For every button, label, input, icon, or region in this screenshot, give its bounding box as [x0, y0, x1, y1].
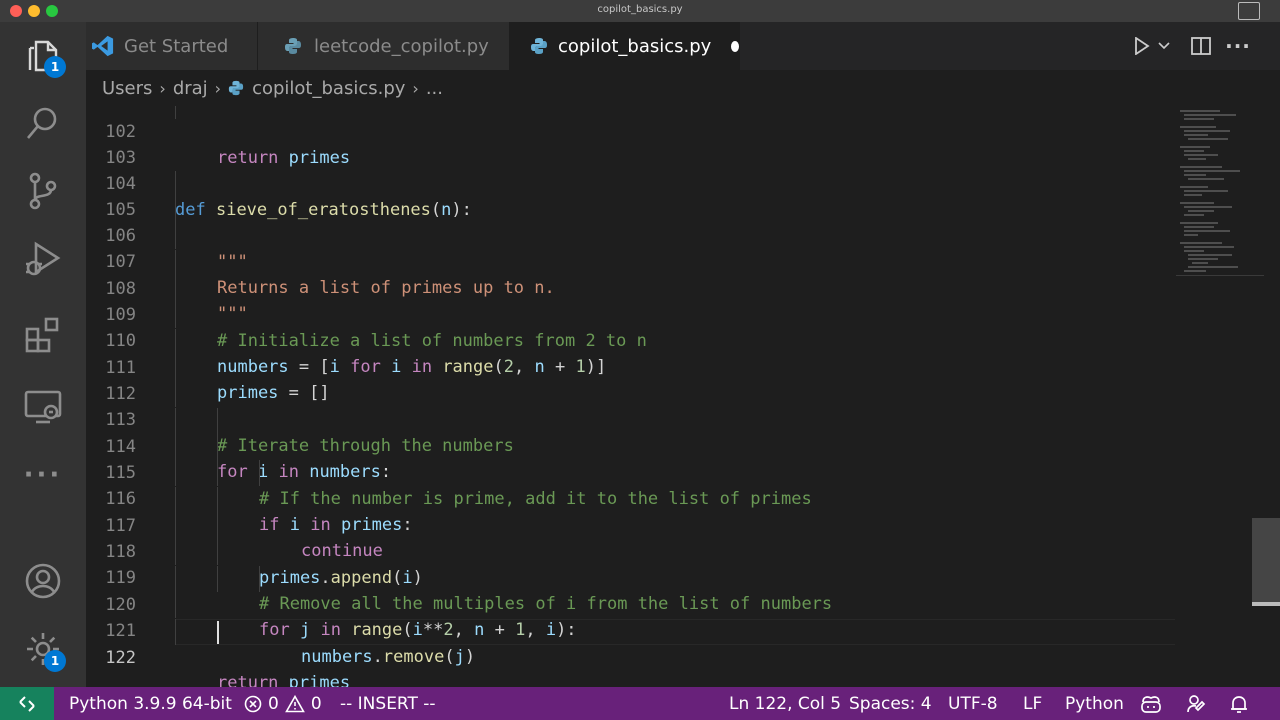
- code-line: 104 def sieve_of_eratosthenes(n):: [105, 174, 472, 220]
- manage-badge: 1: [44, 650, 66, 672]
- run-debug-button[interactable]: [18, 234, 68, 284]
- unsaved-dot-icon[interactable]: [731, 40, 739, 52]
- error-count: 0: [268, 693, 279, 714]
- breadcrumb: Users › draj › copilot_basics.py › ...: [86, 70, 1280, 106]
- window-titlebar: copilot_basics.py: [0, 0, 1280, 22]
- python-icon: [228, 80, 244, 96]
- code-line: 103: [105, 148, 136, 168]
- editor-tab-bar: Get Started leetcode_copilot.py copilot_…: [86, 22, 1280, 70]
- more-actions-icon: ···: [1225, 34, 1251, 58]
- chevron-down-icon: [1158, 42, 1170, 50]
- bell-icon: [1231, 695, 1247, 713]
- manage-button[interactable]: 1: [18, 624, 68, 674]
- ellipsis-icon: ···: [23, 460, 63, 490]
- code-line: 106 Returns a list of primes up to n.: [86, 197, 1186, 298]
- code-line: 107 """: [86, 223, 1186, 324]
- code-line: 113 for i in numbers:: [86, 381, 1186, 482]
- cursor-overview-marker: [1252, 602, 1280, 606]
- end-of-line[interactable]: LF: [1023, 687, 1042, 720]
- code-line: 120 numbers.remove(j): [86, 566, 1186, 667]
- encoding[interactable]: UTF-8: [948, 687, 998, 720]
- layout-toggle-icon[interactable]: [1238, 2, 1260, 20]
- code-line: 111: [86, 329, 1186, 378]
- breadcrumb-draj[interactable]: draj: [173, 78, 208, 99]
- run-debug-icon: [26, 241, 61, 276]
- problems-indicator[interactable]: 0 0: [244, 687, 322, 720]
- code-line: 110 primes = []: [86, 302, 1186, 403]
- tab-label: leetcode_copilot.py: [314, 35, 489, 57]
- remote-explorer-icon: [24, 390, 62, 424]
- copilot-icon: [1141, 695, 1161, 713]
- status-bar: Python 3.9.9 64-bit 0 0 -- INSERT -- Ln …: [0, 687, 1280, 720]
- extensions-button[interactable]: [18, 310, 68, 360]
- source-control-button[interactable]: [18, 166, 68, 216]
- tab-label: Get Started: [124, 35, 229, 57]
- activity-bar: 1 ··· 1: [0, 22, 86, 687]
- accounts-button[interactable]: [18, 556, 68, 606]
- python-interpreter[interactable]: Python 3.9.9 64-bit: [69, 687, 232, 720]
- remote-explorer-button[interactable]: [18, 382, 68, 432]
- vscode-logo-icon: [92, 35, 114, 57]
- chevron-right-icon: ›: [214, 78, 222, 98]
- code-line: 114 # If the number is prime, add it to …: [86, 408, 1186, 509]
- remote-indicator[interactable]: [0, 687, 54, 720]
- feedback-icon: [1187, 694, 1206, 712]
- explorer-badge: 1: [44, 56, 66, 78]
- run-dropdown-button[interactable]: [1156, 34, 1172, 58]
- split-editor-icon: [1191, 37, 1211, 55]
- minimap-viewport: [1176, 106, 1264, 276]
- breadcrumb-file[interactable]: copilot_basics.py: [252, 78, 405, 99]
- code-line: 105 """: [86, 171, 1186, 272]
- chevron-right-icon: ›: [412, 78, 419, 98]
- code-line: 115 if i in primes:: [86, 434, 1186, 535]
- search-button[interactable]: [18, 98, 68, 148]
- language-mode[interactable]: Python: [1065, 687, 1124, 720]
- indentation[interactable]: Spaces: 4: [849, 687, 932, 720]
- extensions-icon: [25, 317, 59, 353]
- code-line: 112 # Iterate through the numbers: [86, 355, 1186, 456]
- breadcrumb-symbols[interactable]: ...: [426, 78, 443, 99]
- code-line: 117 primes.append(i): [86, 487, 1186, 588]
- code-editor[interactable]: 102 return primes 103 104 def sieve_of_e…: [86, 106, 1280, 687]
- run-icon: [1135, 37, 1150, 55]
- vim-mode: -- INSERT --: [340, 693, 436, 714]
- more-views-button[interactable]: ···: [18, 450, 68, 500]
- text-cursor: [217, 621, 219, 644]
- code-line: 121 return primes: [86, 592, 1186, 687]
- source-control-icon: [29, 172, 57, 210]
- window-title: copilot_basics.py: [597, 4, 683, 15]
- code-line: 116 continue: [86, 460, 1186, 561]
- chevron-right-icon: ›: [159, 78, 166, 98]
- cursor-position[interactable]: Ln 122, Col 5: [729, 687, 841, 720]
- code-line: 119 for j in range(i**2, n + 1, i):: [86, 539, 1186, 640]
- copilot-status[interactable]: [1140, 687, 1162, 720]
- vertical-scrollbar[interactable]: [1252, 518, 1280, 604]
- warning-icon: [284, 694, 305, 712]
- warning-count: 0: [310, 693, 322, 714]
- python-icon: [530, 35, 548, 57]
- tab-copilot-basics[interactable]: copilot_basics.py: [510, 22, 740, 70]
- explorer-button[interactable]: 1: [18, 30, 68, 80]
- tab-label: copilot_basics.py: [558, 35, 712, 57]
- breadcrumb-users[interactable]: Users: [102, 78, 152, 99]
- feedback-button[interactable]: [1186, 687, 1206, 720]
- code-line: 102 return primes: [105, 122, 351, 168]
- tab-leetcode-copilot[interactable]: leetcode_copilot.py: [258, 22, 510, 70]
- remote-icon: [19, 695, 35, 712]
- tab-get-started[interactable]: Get Started: [86, 22, 258, 70]
- run-button[interactable]: [1132, 34, 1152, 58]
- split-editor-button[interactable]: [1190, 34, 1212, 58]
- search-icon: [27, 107, 57, 139]
- code-line: 109 numbers = [i for i in range(2, n + 1…: [86, 276, 1186, 377]
- python-icon: [282, 35, 304, 57]
- code-line: 108 # Initialize a list of numbers from …: [86, 250, 1186, 351]
- error-icon: [244, 695, 262, 712]
- notifications-button[interactable]: [1230, 687, 1248, 720]
- account-icon: [25, 563, 61, 599]
- more-actions-button[interactable]: ···: [1225, 34, 1251, 58]
- code-line: 118 # Remove all the multiples of i from…: [86, 513, 1186, 614]
- code-line: 122: [86, 619, 1186, 668]
